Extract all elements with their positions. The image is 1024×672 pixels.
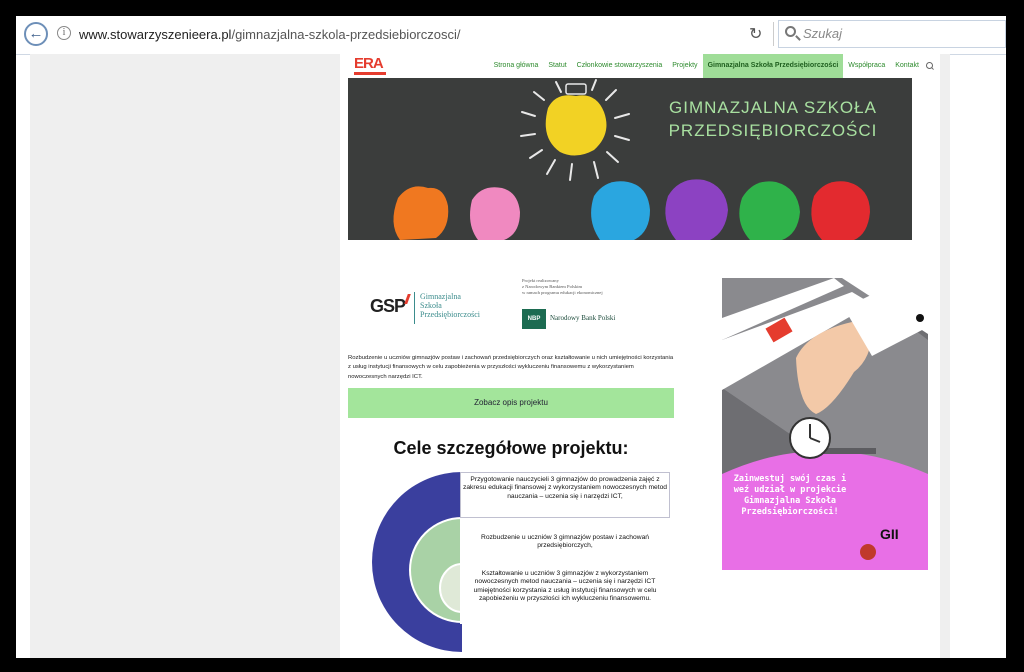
info-icon[interactable]: i [57, 26, 71, 40]
gsp-divider [414, 292, 415, 324]
nav-item-projects[interactable]: Projekty [667, 54, 702, 78]
pink-paper-ball [470, 187, 520, 240]
gsp-name-line1: Gimnazjalna [420, 292, 461, 301]
gsp-accent [404, 294, 411, 304]
purple-paper-ball [665, 179, 728, 240]
goals-heading: Cele szczegółowe projektu: [393, 438, 629, 458]
hero-title-line1: GIMNAZJALNA SZKOŁA [669, 98, 877, 117]
search-placeholder: Szukaj [803, 26, 843, 41]
red-paper-ball [811, 181, 870, 240]
nav-item-home[interactable]: Strona główna [489, 54, 544, 78]
nbp-logo: NBP Narodowy Bank Polski [522, 309, 637, 329]
nav-item-cooperation[interactable]: Współpraca [843, 54, 890, 78]
url-field[interactable]: www.stowarzyszenieera.pl/gimnazjalna-szk… [79, 27, 461, 42]
green-paper-ball [739, 181, 800, 240]
logo-text: ERA [354, 55, 384, 72]
logo-bar [354, 72, 386, 75]
nav-search-icon[interactable] [924, 54, 934, 78]
gsp-name-line3: Przedsiębiorczości [420, 310, 480, 319]
nav-item-contact[interactable]: Kontakt [890, 54, 924, 78]
hero-banner: GIMNAZJALNA SZKOŁA PRZEDSIĘBIORCZOŚCI [348, 78, 912, 240]
nbp-caption-line3: w ramach programu edukacji ekonomicznej [522, 290, 603, 295]
search-icon [785, 26, 796, 37]
promo-poster[interactable]: Zainwestuj swój czas i weź udział w proj… [722, 278, 928, 570]
browser-search-input[interactable]: Szukaj [778, 20, 1006, 48]
reload-icon[interactable]: ↻ [749, 24, 762, 44]
divider [773, 22, 774, 46]
project-description-button[interactable]: Zobacz opis projektu [348, 388, 674, 418]
gsp-name: Gimnazjalna Szkoła Przedsiębiorczości [420, 292, 500, 319]
url-path: /gimnazjalna-szkola-przedsiebiorczosci/ [231, 27, 461, 42]
goal-item-1: Przygotowanie nauczycieli 3 gimnazjów do… [460, 472, 670, 518]
url-domain: www.stowarzyszenieera.pl [79, 27, 232, 42]
page-viewport: ERA Strona główna Statut Członkowie stow… [30, 54, 950, 658]
goals-diagram: Przygotowanie nauczycieli 3 gimnazjów do… [370, 472, 670, 658]
project-description: Rozbudzenie u uczniów gimnazjów postaw i… [348, 355, 674, 380]
address-bar: ← i www.stowarzyszenieera.pl/gimnazjalna… [16, 16, 1006, 55]
gsp-abbrev: GSP [370, 296, 406, 316]
nbp-name: Narodowy Bank Polski [550, 314, 616, 322]
nav-item-statute[interactable]: Statut [543, 54, 571, 78]
nbp-caption: Projekt realizowany z Narodowym Bankiem … [522, 278, 637, 296]
site-nav: ERA Strona główna Statut Członkowie stow… [340, 54, 940, 78]
orange-paper-ball [393, 186, 449, 240]
gsp-name-line2: Szkoła [420, 301, 442, 310]
nav-menu: Strona główna Statut Członkowie stowarzy… [489, 54, 934, 78]
goal-item-3: Kształtowanie u uczniów 3 gimnazjów z wy… [460, 564, 670, 624]
cufflink-icon [916, 314, 924, 322]
browser-window: ← i www.stowarzyszenieera.pl/gimnazjalna… [16, 16, 1006, 658]
poster-sponsor-logo: GII [880, 526, 899, 542]
nav-item-gsp[interactable]: Gimnazjalna Szkoła Przedsiębiorczości [702, 54, 844, 78]
blue-paper-ball [591, 181, 650, 240]
hero-title: GIMNAZJALNA SZKOŁA PRZEDSIĘBIORCZOŚCI [653, 96, 893, 142]
goal-item-2: Rozbudzenie u uczniów 3 gimnazjów postaw… [460, 518, 670, 564]
nbp-abbrev: NBP [522, 309, 546, 329]
era-logo[interactable]: ERA [354, 55, 386, 75]
nav-item-members[interactable]: Członkowie stowarzyszenia [572, 54, 668, 78]
poster-text: Zainwestuj swój czas i weź udział w proj… [733, 474, 847, 517]
back-arrow-icon[interactable]: ← [24, 22, 48, 46]
yellow-paper-ball [545, 95, 607, 156]
hero-title-line2: PRZEDSIĘBIORCZOŚCI [668, 121, 878, 140]
